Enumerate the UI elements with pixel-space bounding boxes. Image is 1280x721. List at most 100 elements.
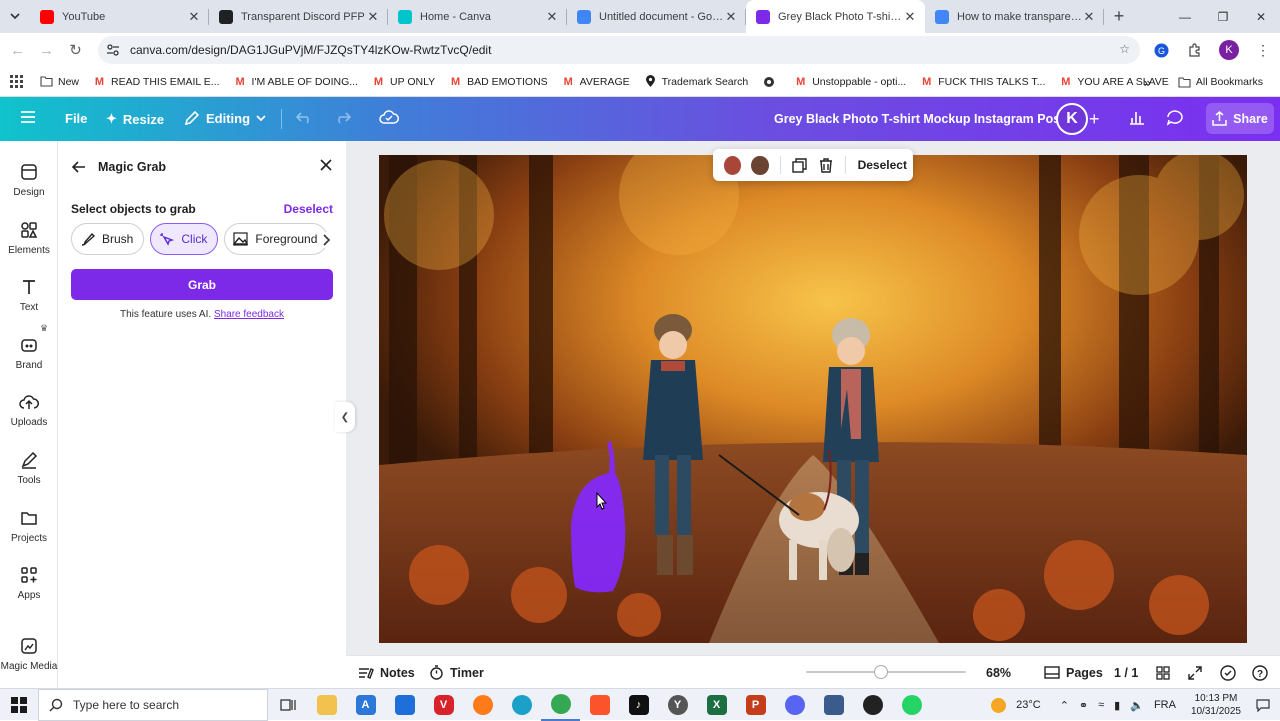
color-swatch-2[interactable] bbox=[751, 155, 769, 175]
weather-temp[interactable]: 23°C bbox=[1016, 699, 1041, 711]
close-icon[interactable] bbox=[320, 159, 332, 171]
add-collaborator-icon[interactable]: + bbox=[1089, 109, 1100, 130]
edge-icon[interactable] bbox=[502, 689, 541, 721]
calculator-icon[interactable] bbox=[814, 689, 853, 721]
close-tab-icon[interactable]: ✕ bbox=[187, 9, 201, 24]
rail-item-apps[interactable]: Apps bbox=[0, 564, 58, 601]
file-explorer-icon[interactable] bbox=[307, 689, 346, 721]
tab-search-chevron-icon[interactable] bbox=[0, 0, 30, 33]
bookmark-item[interactable]: M AVERAGE bbox=[555, 75, 637, 88]
rail-item-projects[interactable]: Projects bbox=[0, 507, 58, 544]
forward-button[interactable]: → bbox=[32, 36, 61, 65]
deselect-button[interactable]: Deselect bbox=[858, 158, 907, 172]
mode-brush-button[interactable]: Brush bbox=[71, 223, 145, 255]
comment-icon[interactable] bbox=[1166, 109, 1184, 126]
editing-mode-button[interactable]: Editing bbox=[184, 110, 266, 126]
browser-tab[interactable]: Grey Black Photo T-shirt Mo ✕ bbox=[746, 0, 925, 33]
notification-icon[interactable] bbox=[1256, 698, 1270, 712]
browser-menu-icon[interactable]: ⋮ bbox=[1246, 42, 1280, 59]
collapse-panel-button[interactable]: ❮ bbox=[335, 402, 355, 432]
rail-item-tools[interactable]: Tools bbox=[0, 449, 58, 486]
maximize-button[interactable]: ❐ bbox=[1204, 0, 1242, 33]
profile-avatar[interactable]: K bbox=[1212, 40, 1246, 60]
close-tab-icon[interactable]: ✕ bbox=[903, 9, 917, 24]
hamburger-menu-icon[interactable] bbox=[20, 110, 36, 124]
extensions-puzzle-icon[interactable] bbox=[1178, 43, 1212, 57]
close-window-button[interactable]: ✕ bbox=[1242, 0, 1280, 33]
bookmark-item[interactable]: M FUCK THIS TALKS T... bbox=[913, 75, 1052, 88]
brave-icon[interactable] bbox=[580, 689, 619, 721]
wifi-icon[interactable]: ≈ bbox=[1098, 699, 1104, 711]
back-button[interactable]: ← bbox=[3, 36, 32, 65]
trash-icon[interactable] bbox=[816, 154, 836, 176]
browser-tab[interactable]: Home - Canva ✕ bbox=[388, 0, 567, 33]
fullscreen-icon[interactable] bbox=[1188, 656, 1202, 689]
apps-grid-icon[interactable] bbox=[0, 75, 33, 88]
insights-chart-icon[interactable] bbox=[1129, 109, 1145, 125]
browser-tab[interactable]: How to make transparent ba ✕ bbox=[925, 0, 1104, 33]
store-icon[interactable] bbox=[385, 689, 424, 721]
rail-item-text[interactable]: Text bbox=[0, 276, 58, 313]
mode-click-button[interactable]: Click bbox=[150, 223, 219, 255]
file-menu[interactable]: File bbox=[65, 111, 87, 126]
help-icon[interactable]: ? bbox=[1252, 656, 1268, 689]
bookmark-item[interactable]: M Unstoppable - opti... bbox=[787, 75, 913, 88]
language-indicator[interactable]: FRA bbox=[1154, 699, 1176, 711]
bookmark-item[interactable]: M READ THIS EMAIL E... bbox=[86, 75, 227, 88]
timer-button[interactable]: Timer bbox=[429, 656, 484, 689]
tray-chevron-icon[interactable]: ⌃ bbox=[1060, 699, 1069, 712]
rail-item-brand[interactable]: Brand bbox=[0, 334, 58, 371]
all-bookmarks-button[interactable]: All Bookmarks bbox=[1171, 76, 1270, 89]
taskbar-search[interactable]: Type here to search bbox=[38, 688, 268, 721]
share-feedback-link[interactable]: Share feedback bbox=[214, 309, 284, 320]
notes-button[interactable]: Notes bbox=[358, 656, 415, 689]
bookmark-item[interactable]: M I'M ABLE OF DOING... bbox=[227, 75, 365, 88]
windows-start-icon[interactable] bbox=[0, 689, 38, 721]
bookmark-item[interactable]: M BAD EMOTIONS bbox=[442, 75, 555, 88]
redo-icon[interactable] bbox=[333, 109, 351, 125]
browser-tab[interactable]: YouTube ✕ bbox=[30, 0, 209, 33]
firefox-icon[interactable] bbox=[463, 689, 502, 721]
autumn-photo[interactable] bbox=[379, 155, 1247, 643]
extension-icon[interactable]: G bbox=[1144, 43, 1178, 58]
document-title[interactable]: Grey Black Photo T-shirt Mockup Instagra… bbox=[774, 112, 1064, 126]
weather-icon[interactable] bbox=[991, 697, 1007, 713]
task-view-icon[interactable] bbox=[268, 689, 307, 721]
resize-button[interactable]: ✦ Resize bbox=[106, 111, 164, 127]
rail-item-uploads[interactable]: Uploads bbox=[0, 391, 58, 428]
undo-icon[interactable] bbox=[296, 109, 314, 125]
rail-item-elements[interactable]: Elements bbox=[0, 219, 58, 256]
panel-deselect-link[interactable]: Deselect bbox=[284, 202, 333, 216]
battery-icon[interactable]: ▮ bbox=[1114, 699, 1120, 712]
check-circle-icon[interactable] bbox=[1220, 656, 1236, 689]
grid-view-icon[interactable] bbox=[1156, 656, 1170, 689]
bookmark-star-icon[interactable]: ☆ bbox=[1119, 42, 1130, 56]
bookmark-item[interactable]: New bbox=[33, 75, 86, 88]
volume-icon[interactable]: 🔈 bbox=[1130, 699, 1144, 712]
cloud-saved-icon[interactable] bbox=[379, 109, 399, 125]
excel-icon[interactable]: X bbox=[697, 689, 736, 721]
bookmark-item[interactable]: Trademark Search bbox=[637, 75, 756, 88]
mode-foreground-button[interactable]: Foreground bbox=[224, 223, 329, 255]
bookmark-item[interactable] bbox=[755, 75, 787, 88]
app-y-icon[interactable]: Y bbox=[658, 689, 697, 721]
new-tab-button[interactable]: + bbox=[1104, 0, 1134, 33]
close-tab-icon[interactable]: ✕ bbox=[545, 9, 559, 24]
clock[interactable]: 10:13 PM 10/31/2025 bbox=[1191, 692, 1241, 718]
zoom-slider-thumb[interactable] bbox=[874, 665, 889, 679]
reload-button[interactable]: ↻ bbox=[61, 36, 90, 65]
zoom-level[interactable]: 68% bbox=[986, 656, 1011, 689]
rail-item-design[interactable]: Design bbox=[0, 161, 58, 198]
close-tab-icon[interactable]: ✕ bbox=[724, 9, 738, 24]
chevron-right-icon[interactable] bbox=[320, 232, 334, 248]
more-bookmarks-icon[interactable]: » bbox=[1144, 75, 1151, 90]
grab-button[interactable]: Grab bbox=[71, 269, 333, 300]
whatsapp-icon[interactable] bbox=[892, 689, 931, 721]
editor-app-icon[interactable]: A bbox=[346, 689, 385, 721]
network-icon[interactable]: ⚭ bbox=[1079, 699, 1088, 712]
browser-tab[interactable]: Untitled document - Google ✕ bbox=[567, 0, 746, 33]
share-button[interactable]: Share bbox=[1206, 103, 1274, 134]
pages-button[interactable]: Pages bbox=[1044, 656, 1103, 689]
powerpoint-icon[interactable]: P bbox=[736, 689, 775, 721]
site-info-icon[interactable] bbox=[106, 43, 120, 57]
